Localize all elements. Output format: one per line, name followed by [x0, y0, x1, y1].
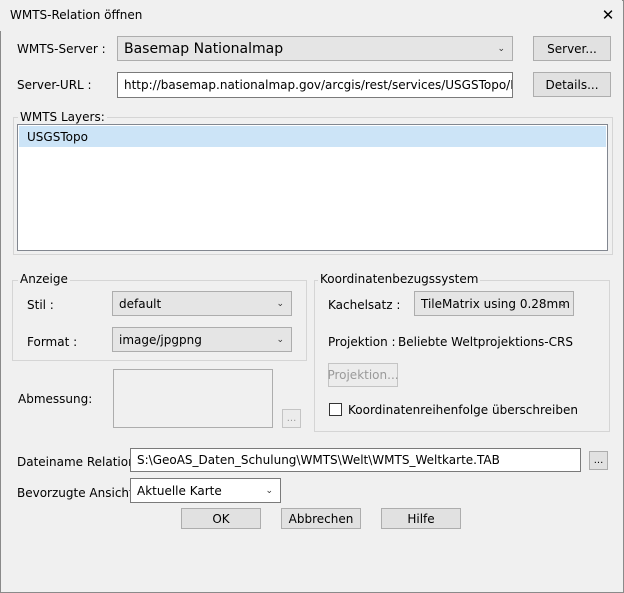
ansicht-select[interactable]: Aktuelle Karte ⌄	[130, 478, 281, 503]
close-icon[interactable]: ✕	[596, 4, 620, 26]
abmessung-browse-button[interactable]: ...	[282, 409, 301, 428]
list-item[interactable]: USGSTopo	[19, 126, 606, 147]
chevron-down-icon: ⌄	[497, 43, 505, 54]
wmts-server-select[interactable]: Basemap Nationalmap ⌄	[117, 36, 513, 61]
kachelsatz-select[interactable]: TileMatrix using 0.28mm ⌄	[414, 291, 574, 316]
crs-title: Koordinatenbezugssystem	[318, 272, 481, 286]
ok-button[interactable]: OK	[181, 508, 261, 529]
override-axis-order-label: Koordinatenreihenfolge überschreiben	[348, 403, 578, 417]
title-bar: WMTS-Relation öffnen	[0, 0, 622, 31]
chevron-down-icon: ⌄	[558, 298, 566, 309]
ansicht-value: Aktuelle Karte	[137, 483, 222, 498]
dateiname-browse-button[interactable]: ...	[589, 451, 608, 470]
kachelsatz-value: TileMatrix using 0.28mm	[421, 296, 570, 311]
abmessung-label: Abmessung:	[18, 392, 93, 406]
server-button[interactable]: Server...	[533, 36, 611, 61]
server-url-input[interactable]: http://basemap.nationalmap.gov/arcgis/re…	[117, 72, 513, 98]
wmts-layers-label: WMTS Layers:	[18, 110, 107, 124]
chevron-down-icon: ⌄	[276, 298, 284, 309]
stil-label: Stil :	[27, 298, 54, 312]
format-select[interactable]: image/jpgpng ⌄	[112, 327, 292, 352]
layer-name: USGSTopo	[27, 129, 88, 144]
format-label: Format :	[27, 335, 78, 349]
projektion-value: Beliebte Weltprojektions-CRS	[398, 335, 573, 349]
cancel-button[interactable]: Abbrechen	[281, 508, 361, 529]
kachelsatz-label: Kachelsatz :	[328, 298, 401, 312]
chevron-down-icon: ⌄	[276, 334, 284, 345]
dateiname-input[interactable]: S:\GeoAS_Daten_Schulung\WMTS\Welt\WMTS_W…	[130, 448, 581, 472]
stil-select[interactable]: default ⌄	[112, 291, 292, 316]
ansicht-label: Bevorzugte Ansicht :	[17, 486, 142, 500]
help-button[interactable]: Hilfe	[381, 508, 461, 529]
chevron-down-icon: ⌄	[265, 485, 273, 496]
projektion-button[interactable]: Projektion...	[327, 363, 399, 387]
server-url-label: Server-URL :	[17, 78, 92, 92]
details-button[interactable]: Details...	[533, 72, 611, 97]
wmts-layers-list[interactable]: USGSTopo	[17, 124, 608, 251]
abmessung-box	[113, 369, 273, 428]
wmts-server-value: Basemap Nationalmap	[124, 40, 284, 57]
window-title: WMTS-Relation öffnen	[10, 8, 143, 22]
wmts-server-label: WMTS-Server :	[17, 42, 106, 56]
anzeige-title: Anzeige	[18, 272, 70, 286]
format-value: image/jpgpng	[119, 332, 202, 347]
stil-value: default	[119, 296, 162, 311]
dateiname-label: Dateiname Relation :	[17, 455, 144, 469]
projektion-label: Projektion :	[328, 335, 396, 349]
override-axis-order-checkbox[interactable]	[329, 403, 342, 416]
